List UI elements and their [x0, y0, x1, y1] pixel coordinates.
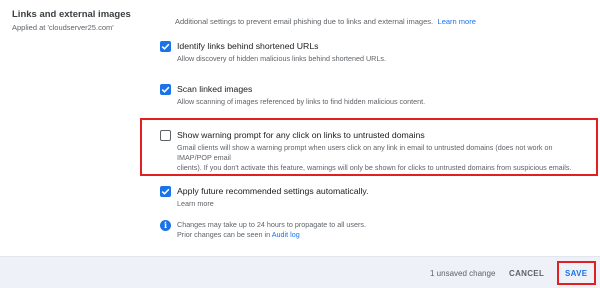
- section-intro: Additional settings to prevent email phi…: [175, 11, 595, 29]
- section-title: Links and external images: [12, 9, 131, 20]
- future-recommended-checkbox[interactable]: [160, 186, 171, 197]
- description-line: clients). If you don't activate this fea…: [177, 163, 572, 172]
- check-icon: [161, 43, 170, 50]
- intro-learn-more-link[interactable]: Learn more: [438, 17, 476, 26]
- setting-title: Scan linked images: [177, 84, 253, 94]
- unsaved-change-count: 1 unsaved change: [430, 269, 496, 278]
- setting-description: Allow discovery of hidden malicious link…: [177, 54, 386, 63]
- info-icon: i: [160, 220, 171, 231]
- cancel-button[interactable]: CANCEL: [509, 269, 544, 278]
- section-header: Links and external images Applied at 'cl…: [12, 9, 142, 32]
- setting-title: Identify links behind shortened URLs: [177, 41, 319, 51]
- audit-log-link[interactable]: Audit log: [272, 230, 300, 239]
- setting-description: Gmail clients will show a warning prompt…: [177, 143, 587, 173]
- check-icon: [161, 86, 170, 93]
- warning-prompt-checkbox[interactable]: [160, 130, 171, 141]
- footer-bar: 1 unsaved change CANCEL SAVE: [0, 256, 600, 288]
- description-line: Gmail clients will show a warning prompt…: [177, 143, 553, 162]
- setting-title: Apply future recommended settings automa…: [177, 186, 369, 196]
- applied-at-label: Applied at 'cloudserver25.com': [12, 23, 114, 32]
- future-learn-more-link[interactable]: Learn more: [177, 199, 587, 209]
- notice-line: Prior changes can be seen in: [177, 230, 271, 239]
- save-button[interactable]: SAVE: [565, 269, 587, 278]
- scan-images-checkbox[interactable]: [160, 84, 171, 95]
- shortened-urls-checkbox[interactable]: [160, 41, 171, 52]
- setting-title: Show warning prompt for any click on lin…: [177, 130, 425, 140]
- setting-description: Allow scanning of images referenced by l…: [177, 97, 426, 106]
- notice-line: Changes may take up to 24 hours to propa…: [177, 220, 366, 229]
- check-icon: [161, 188, 170, 195]
- intro-text: Additional settings to prevent email phi…: [175, 17, 434, 26]
